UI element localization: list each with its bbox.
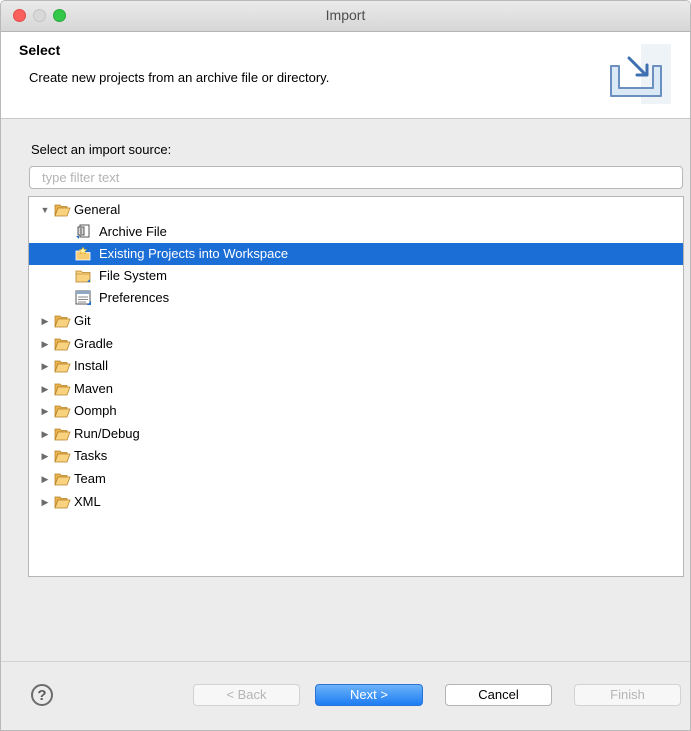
- tree-item-existing-projects[interactable]: Existing Projects into Workspace: [29, 243, 683, 265]
- expand-arrow-right-icon[interactable]: ▶: [39, 400, 51, 422]
- next-button[interactable]: Next >: [315, 684, 423, 706]
- tree-item-install[interactable]: ▶ Install: [29, 355, 683, 377]
- tree-item-general[interactable]: ▼ General: [29, 199, 683, 221]
- back-button[interactable]: < Back: [193, 684, 300, 706]
- tree-item-label: Maven: [74, 381, 114, 396]
- folder-open-icon: [54, 360, 71, 373]
- folder-open-icon: [54, 315, 71, 328]
- tree-item-label: Run/Debug: [74, 426, 140, 441]
- cancel-button[interactable]: Cancel: [445, 684, 552, 706]
- import-wizard-icon: [610, 44, 671, 104]
- folder-open-icon: [54, 450, 71, 463]
- tree-item-label: Existing Projects into Workspace: [99, 246, 289, 261]
- tree-item-oomph[interactable]: ▶ Oomph: [29, 400, 683, 422]
- tree-item-label: Git: [74, 313, 91, 328]
- tree-item-run-debug[interactable]: ▶ Run/Debug: [29, 423, 683, 445]
- tree-item-label: General: [74, 202, 121, 217]
- import-source-label: Select an import source:: [31, 142, 172, 157]
- folder-open-icon: [54, 496, 71, 509]
- folder-open-icon: [54, 204, 71, 217]
- folder-open-icon: [54, 473, 71, 486]
- tree-item-label: Tasks: [74, 448, 108, 463]
- tree-item-label: Install: [74, 358, 108, 373]
- tree-item-label: XML: [74, 494, 101, 509]
- filter-input[interactable]: [29, 166, 683, 189]
- tree-item-team[interactable]: ▶ Team: [29, 468, 683, 490]
- banner-title: Select: [19, 42, 61, 58]
- folder-open-icon: [54, 338, 71, 351]
- folder-open-icon: [54, 428, 71, 441]
- expand-arrow-right-icon[interactable]: ▶: [39, 355, 51, 377]
- expand-arrow-right-icon[interactable]: ▶: [39, 310, 51, 332]
- folder-icon: [75, 270, 91, 283]
- folder-open-icon: [54, 405, 71, 418]
- import-dialog: Import Select Create new projects from a…: [0, 0, 691, 731]
- expand-arrow-right-icon[interactable]: ▶: [39, 468, 51, 490]
- tree-item-preferences[interactable]: Preferences: [29, 287, 683, 309]
- tree-item-label: Gradle: [74, 336, 114, 351]
- expand-arrow-right-icon[interactable]: ▶: [39, 445, 51, 467]
- title-bar: Import: [1, 1, 690, 32]
- expand-arrow-right-icon[interactable]: ▶: [39, 333, 51, 355]
- finish-button[interactable]: Finish: [574, 684, 681, 706]
- expand-arrow-right-icon[interactable]: ▶: [39, 423, 51, 445]
- wizard-banner: Select Create new projects from an archi…: [1, 32, 690, 119]
- folder-open-icon: [54, 383, 71, 396]
- existing-projects-icon: [75, 246, 91, 261]
- tree-item-git[interactable]: ▶ Git: [29, 310, 683, 332]
- tree-item-file-system[interactable]: File System: [29, 265, 683, 287]
- tree-item-archive-file[interactable]: Archive File: [29, 221, 683, 243]
- tree-item-label: Archive File: [99, 224, 167, 239]
- tree-item-tasks[interactable]: ▶ Tasks: [29, 445, 683, 467]
- tree-item-label: Team: [74, 471, 106, 486]
- tree-item-gradle[interactable]: ▶ Gradle: [29, 333, 683, 355]
- tree-item-label: Oomph: [74, 403, 117, 418]
- tree-item-label: File System: [99, 268, 167, 283]
- expand-arrow-right-icon[interactable]: ▶: [39, 378, 51, 400]
- preferences-icon: [75, 290, 91, 305]
- expand-arrow-down-icon[interactable]: ▼: [39, 199, 51, 221]
- tree-item-label: Preferences: [99, 290, 170, 305]
- window-title: Import: [325, 7, 366, 23]
- expand-arrow-right-icon[interactable]: ▶: [39, 491, 51, 513]
- archive-file-icon: [76, 224, 90, 239]
- tree-item-xml[interactable]: ▶ XML: [29, 491, 683, 513]
- tree-item-maven[interactable]: ▶ Maven: [29, 378, 683, 400]
- help-icon[interactable]: ?: [31, 684, 53, 706]
- import-source-tree[interactable]: ▼ General Archive File Existing Projects…: [28, 196, 684, 577]
- banner-description: Create new projects from an archive file…: [29, 70, 330, 85]
